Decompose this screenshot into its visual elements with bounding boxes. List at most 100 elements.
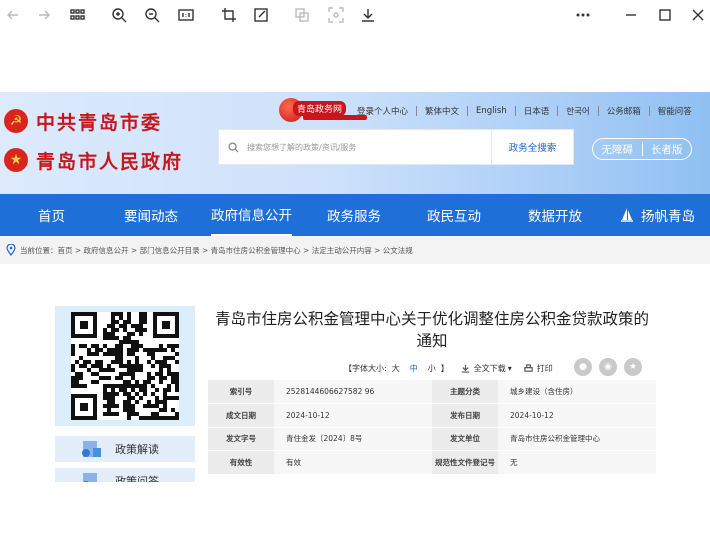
download-icon[interactable] — [357, 4, 379, 26]
qr-module — [163, 408, 167, 412]
qr-code-panel — [55, 306, 195, 426]
search-button[interactable]: 政务全搜索 — [491, 130, 573, 164]
minimize-icon[interactable] — [620, 4, 642, 26]
qr-module — [163, 376, 167, 380]
more-icon[interactable] — [572, 4, 594, 26]
document-tools: 【字体大小: 大 中 小 】 全文下载 ▾ 打印 — [344, 360, 553, 376]
webpage: ☭ 中共青岛市委 ★ 青岛市人民政府 青岛政务网 登录个人中心 繁体中文 Eng… — [0, 92, 710, 482]
table-row: 有效性 有效 规范性文件登记号 无 — [208, 450, 656, 475]
nav-sail-qingdao[interactable]: 扬帆青岛 — [619, 194, 695, 236]
policy-qa-icon — [83, 473, 97, 482]
nav-news[interactable]: 要闻动态 — [124, 194, 178, 236]
download-full-text[interactable]: 全文下载 ▾ — [461, 363, 512, 374]
qr-module — [175, 352, 179, 356]
qr-code — [71, 312, 179, 420]
party-emblem-icon: ☭ — [4, 109, 28, 133]
qr-module — [71, 352, 75, 356]
org-party[interactable]: ☭ 中共青岛市委 — [4, 108, 162, 134]
close-icon[interactable] — [687, 4, 709, 26]
breadcrumb-path[interactable]: 首页 > 政府信息公开 > 部门信息公开目录 > 青岛市住房公积金管理中心 > … — [58, 245, 413, 256]
crop-icon[interactable] — [218, 4, 240, 26]
zoom-out-icon[interactable] — [141, 4, 163, 26]
qr-module — [139, 332, 143, 336]
meta-value: 城乡建设（含住房） — [498, 380, 656, 404]
qr-module — [127, 416, 131, 420]
qr-module — [151, 364, 155, 368]
favorite-icon[interactable]: ★ — [624, 358, 642, 376]
nav-services[interactable]: 政务服务 — [327, 194, 381, 236]
weibo-share-icon[interactable]: ◉ — [599, 358, 617, 376]
font-size-small[interactable]: 小 — [428, 363, 436, 374]
document-metadata-table: 索引号 2528144606627582 96 主题分类 城乡建设（含住房） 成… — [208, 380, 656, 475]
table-row: 发文字号 青住金发〔2024〕8号 发文单位 青岛市住房公积金管理中心 — [208, 427, 656, 451]
elder-mode-button[interactable]: 长者版 — [643, 142, 692, 157]
site-header: ☭ 中共青岛市委 ★ 青岛市人民政府 青岛政务网 登录个人中心 繁体中文 Eng… — [0, 92, 710, 194]
meta-key: 发文单位 — [432, 427, 498, 451]
qr-module — [175, 396, 179, 400]
qr-module — [167, 388, 171, 392]
accessibility-button[interactable]: 无障碍 — [593, 142, 642, 157]
print-button[interactable]: 打印 — [524, 363, 553, 374]
screenshot-icon[interactable] — [325, 4, 347, 26]
nav-home[interactable]: 首页 — [38, 194, 65, 236]
font-size-large[interactable]: 大 — [392, 363, 400, 374]
maximize-icon[interactable] — [654, 4, 676, 26]
org-gov-name: 青岛市人民政府 — [36, 150, 184, 173]
org-gov[interactable]: ★ 青岛市人民政府 — [4, 147, 183, 173]
national-emblem-icon: ★ — [4, 148, 28, 172]
nav-open-data[interactable]: 数据开放 — [528, 194, 582, 236]
actual-size-icon[interactable] — [175, 4, 197, 26]
main-content: 政策解读 政策问答 青岛市住房公积金管理中心关于优化调整住房公积金贷款政策的通知… — [0, 264, 710, 482]
nav-gov-info[interactable]: 政府信息公开 — [211, 194, 292, 236]
link-mail[interactable]: 公务邮箱 — [599, 105, 649, 117]
chevron-down-icon: ▾ — [507, 363, 512, 373]
qr-module — [139, 368, 143, 372]
meta-key: 发文字号 — [208, 427, 274, 451]
qr-finder — [71, 394, 97, 420]
wechat-share-icon[interactable]: ● — [574, 358, 592, 376]
link-login[interactable]: 登录个人中心 — [349, 105, 416, 117]
qr-module — [115, 404, 119, 408]
edit-icon[interactable] — [250, 4, 272, 26]
qr-module — [143, 320, 147, 324]
policy-interpretation-label: 政策解读 — [115, 443, 159, 456]
back-icon[interactable] — [2, 4, 24, 26]
qr-finder — [71, 312, 97, 338]
meta-key: 发布日期 — [432, 403, 498, 428]
policy-qa-label: 政策问答 — [115, 475, 159, 482]
qr-module — [95, 380, 99, 384]
accessibility-switch: 无障碍 长者版 — [592, 138, 692, 160]
link-english[interactable]: English — [468, 106, 515, 116]
forward-icon[interactable] — [33, 4, 55, 26]
main-nav: 首页 要闻动态 政府信息公开 政务服务 政民互动 数据开放 扬帆青岛 — [0, 194, 710, 236]
qr-finder — [153, 312, 179, 338]
print-label: 打印 — [536, 363, 553, 373]
document-title: 青岛市住房公积金管理中心关于优化调整住房公积金贷款政策的通知 — [214, 310, 649, 350]
qr-module — [175, 388, 179, 392]
qr-module — [111, 368, 115, 372]
link-traditional[interactable]: 繁体中文 — [417, 105, 467, 117]
breadcrumb-label: 当前位置： — [20, 245, 58, 255]
viewer-toolbar — [0, 0, 710, 30]
zoom-in-icon[interactable] — [108, 4, 130, 26]
policy-qa-button[interactable]: 政策问答 — [55, 468, 195, 482]
copy-icon[interactable] — [291, 4, 313, 26]
link-japanese[interactable]: 日本语 — [516, 105, 558, 117]
font-size-label: 【字体大小: — [344, 363, 387, 373]
location-pin-icon — [6, 244, 16, 256]
meta-key: 规范性文件登记号 — [432, 450, 498, 475]
font-size-medium[interactable]: 中 — [410, 363, 418, 374]
qr-module — [159, 380, 163, 384]
policy-interpretation-button[interactable]: 政策解读 — [55, 436, 195, 462]
search-icon — [219, 141, 247, 153]
breadcrumb: 当前位置： 首页 > 政府信息公开 > 部门信息公开目录 > 青岛市住房公积金管… — [0, 236, 710, 264]
qr-module — [79, 376, 83, 380]
search-input[interactable]: 搜索您想了解的政策/资讯/服务 — [247, 142, 491, 153]
qr-module — [139, 396, 143, 400]
nav-interaction[interactable]: 政民互动 — [427, 194, 481, 236]
link-korean[interactable]: 한국어 — [558, 105, 597, 117]
link-qa[interactable]: 智能问答 — [650, 105, 700, 117]
qr-module — [135, 400, 139, 404]
apps-grid-icon[interactable] — [66, 4, 88, 26]
meta-value: 2528144606627582 96 — [274, 380, 432, 404]
